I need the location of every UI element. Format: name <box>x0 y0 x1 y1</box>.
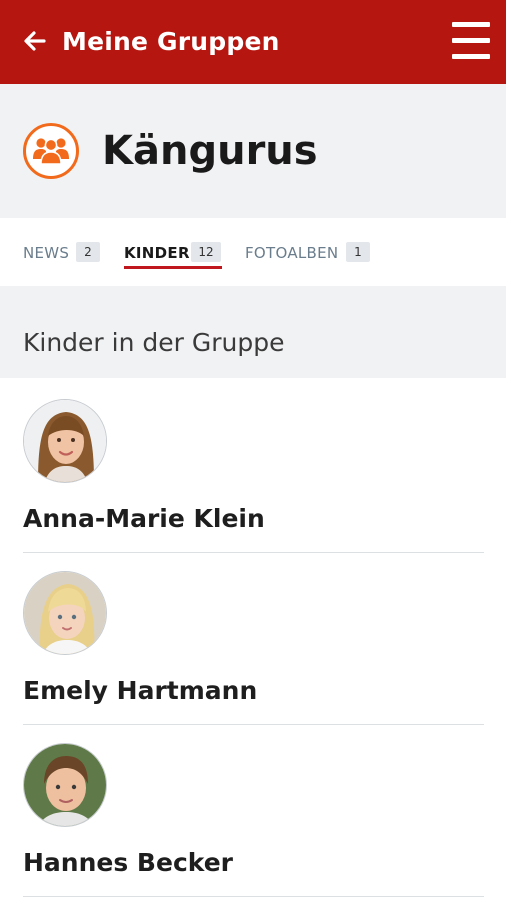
tab-bar: NEWS 2 KINDER 12 FOTOALBEN 1 <box>0 218 506 286</box>
list-item[interactable]: Anna-Marie Klein <box>0 378 506 553</box>
tab-count-badge: 1 <box>346 242 370 262</box>
group-people-icon <box>33 138 69 165</box>
group-icon-badge <box>23 123 79 179</box>
section-title: Kinder in der Gruppe <box>23 328 285 357</box>
hamburger-line <box>452 54 490 59</box>
child-photo <box>24 400 106 482</box>
hamburger-menu-icon <box>452 22 490 27</box>
group-header: Kängurus <box>0 84 506 218</box>
divider <box>23 896 484 897</box>
arrow-left-icon <box>24 31 46 51</box>
child-name: Anna-Marie Klein <box>23 504 265 533</box>
list-item[interactable]: Emely Hartmann <box>0 550 506 725</box>
tab-count-badge: 12 <box>191 242 221 262</box>
back-button[interactable] <box>22 28 48 54</box>
avatar <box>23 399 107 483</box>
avatar <box>23 571 107 655</box>
tab-count-badge: 2 <box>76 242 100 262</box>
child-photo <box>24 744 106 826</box>
topbar-title[interactable]: Meine Gruppen <box>62 22 280 62</box>
menu-button[interactable] <box>452 20 490 62</box>
group-name: Kängurus <box>102 128 318 174</box>
tab-label: FOTOALBEN <box>245 244 339 262</box>
top-app-bar: Meine Gruppen <box>0 0 506 84</box>
avatar <box>23 743 107 827</box>
tab-kinder[interactable]: KINDER 12 <box>124 240 224 286</box>
tab-news[interactable]: NEWS 2 <box>23 240 103 286</box>
tab-fotoalben[interactable]: FOTOALBEN 1 <box>245 240 375 286</box>
child-name: Hannes Becker <box>23 848 233 877</box>
child-name: Emely Hartmann <box>23 676 258 705</box>
hamburger-line <box>452 38 490 43</box>
section-header: Kinder in der Gruppe <box>0 286 506 378</box>
tab-label: NEWS <box>23 244 70 262</box>
list-item[interactable]: Hannes Becker <box>0 722 506 897</box>
active-tab-indicator <box>124 266 222 269</box>
child-photo <box>24 572 106 654</box>
tab-label: KINDER <box>124 244 190 262</box>
